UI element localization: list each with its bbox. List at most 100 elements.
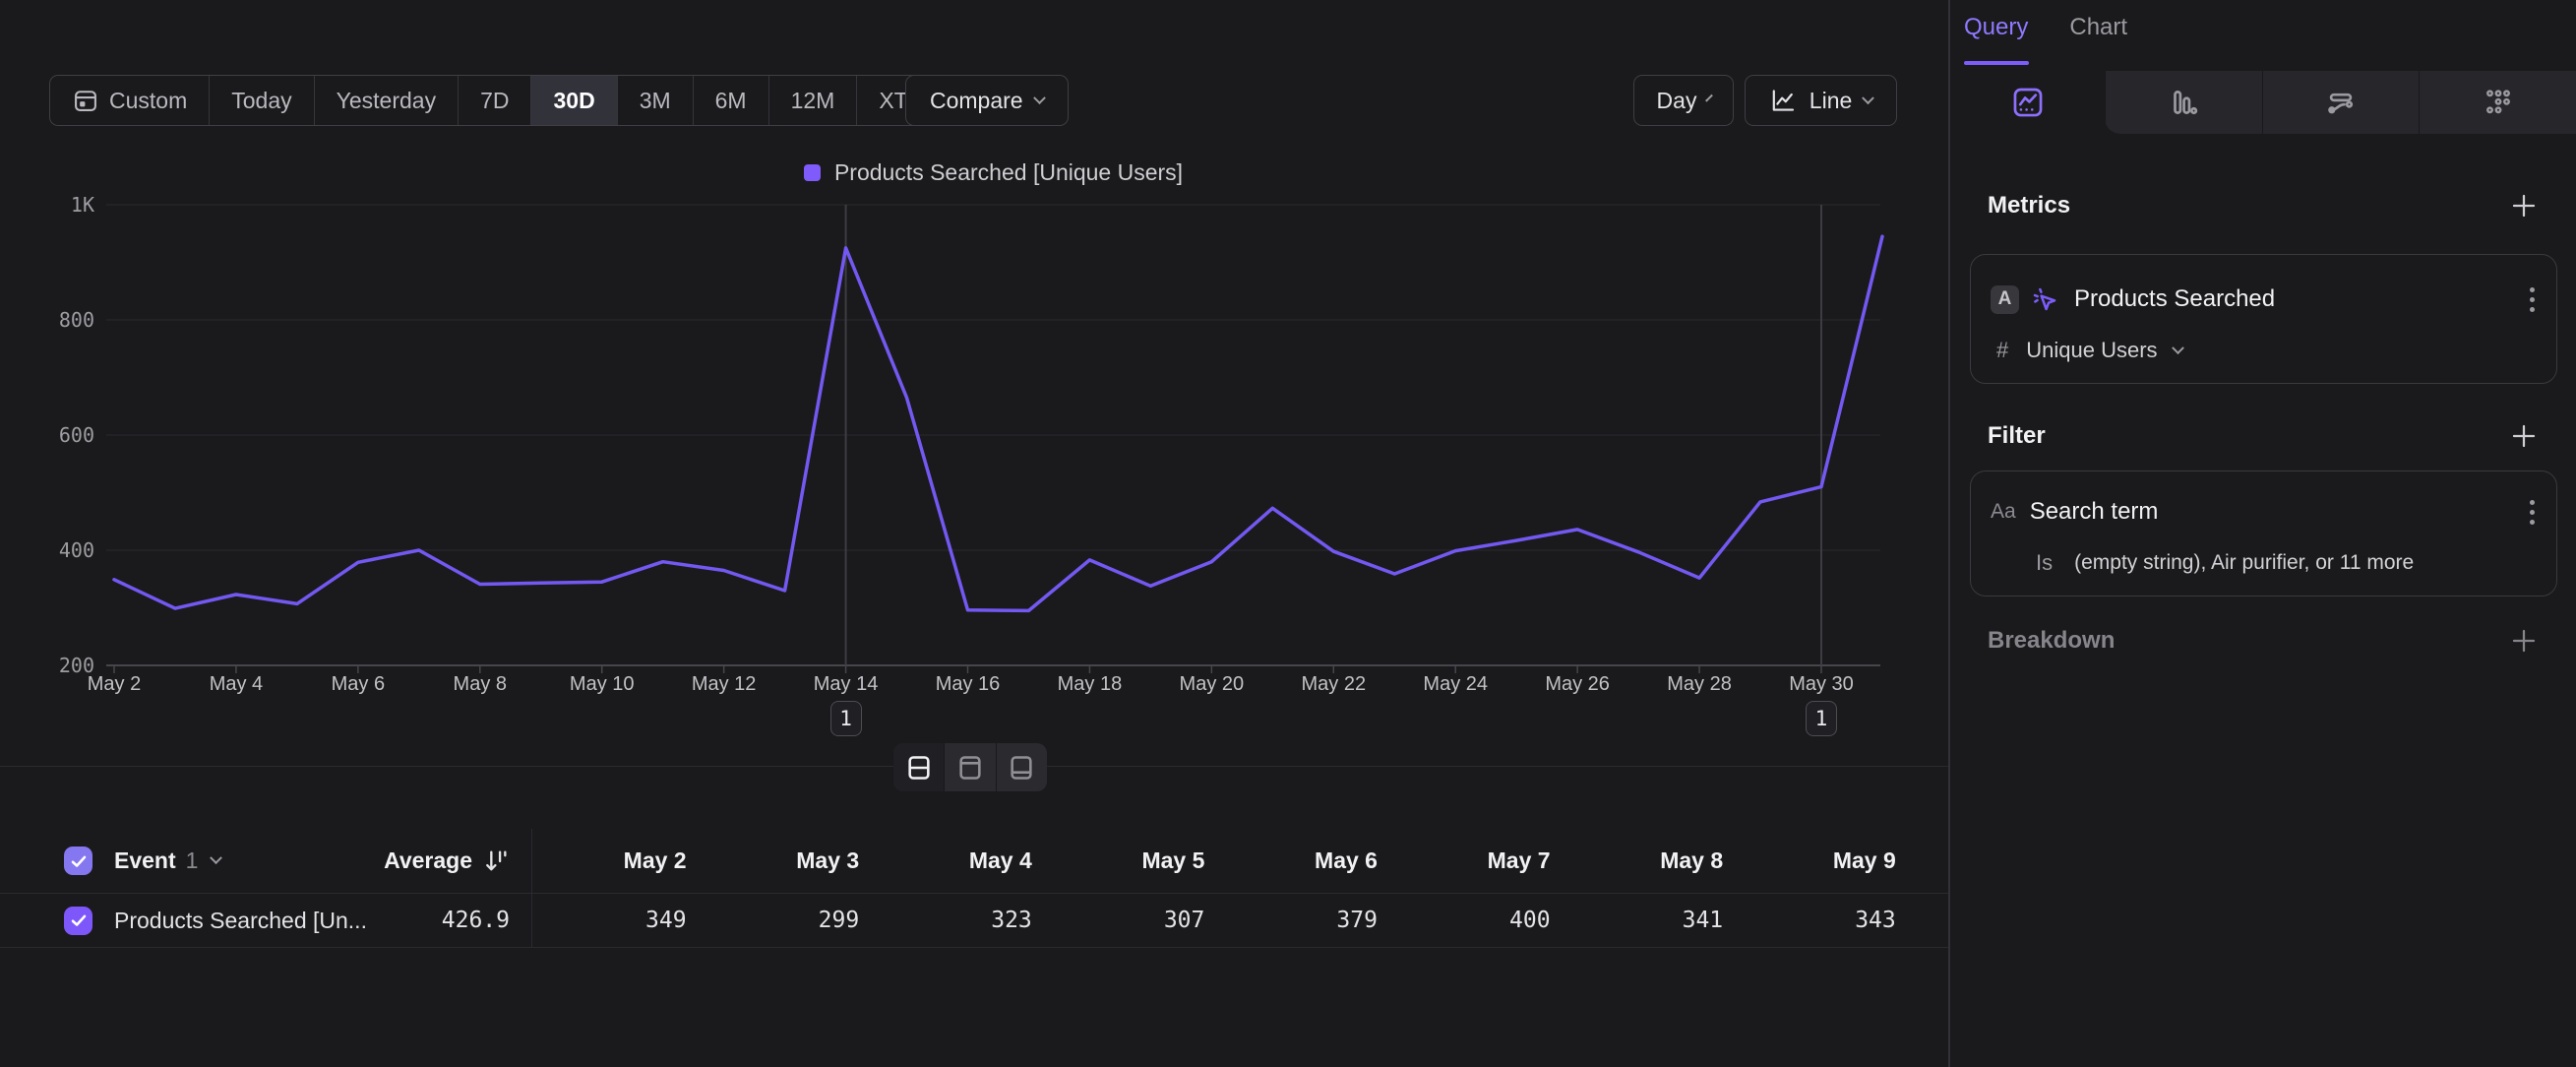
x-axis-tick: May 6	[304, 673, 412, 696]
plus-icon	[2509, 191, 2539, 220]
sort-icon[interactable]	[482, 847, 510, 875]
chart-legend[interactable]: Products Searched [Unique Users]	[106, 159, 1880, 186]
range-30d-button[interactable]: 30D	[531, 76, 617, 125]
value-cells: 349 299 323 307 379 400 341 343	[531, 894, 1914, 947]
cell-value: 349	[531, 894, 705, 947]
x-axis-tick: May 10	[548, 673, 656, 696]
active-tab-indicator	[1964, 61, 2029, 65]
cell-value: 341	[1568, 894, 1742, 947]
x-axis-tick: May 8	[426, 673, 534, 696]
tab-retention[interactable]	[2419, 71, 2576, 134]
x-axis-tick: May 12	[670, 673, 778, 696]
select-all-checkbox[interactable]	[64, 847, 92, 875]
x-axis-tick: May 20	[1157, 673, 1265, 696]
series-line[interactable]	[114, 236, 1882, 610]
tab-insights[interactable]	[1950, 71, 2105, 134]
series-name: Products Searched [Un...	[114, 908, 367, 934]
chevron-down-icon	[1706, 94, 1714, 101]
range-custom-button[interactable]: Custom	[50, 76, 210, 125]
chevron-down-icon	[1862, 92, 1874, 104]
y-axis-tick: 600	[26, 423, 94, 447]
chevron-down-icon	[1033, 92, 1046, 104]
annotation-marker[interactable]: 1	[1806, 701, 1837, 736]
cell-value: 400	[1395, 894, 1568, 947]
x-axis-tick: May 16	[914, 673, 1022, 696]
layout-table-only-icon	[1008, 754, 1035, 782]
filter-value[interactable]: (empty string), Air purifier, or 11 more	[2074, 551, 2414, 575]
breakdown-section-header: Breakdown	[1988, 626, 2539, 656]
table-row[interactable]: Products Searched [Un... 426.9 349 299 3…	[0, 894, 1948, 948]
range-yesterday-button[interactable]: Yesterday	[315, 76, 459, 125]
add-filter-button[interactable]	[2509, 421, 2539, 451]
range-3m-button[interactable]: 3M	[618, 76, 694, 125]
filter-section-header: Filter	[1988, 421, 2539, 451]
range-6m-button[interactable]: 6M	[694, 76, 769, 125]
event-count: 1	[186, 847, 199, 874]
layout-chart-only-icon	[956, 754, 984, 782]
filter-operator[interactable]: Is	[2036, 550, 2053, 576]
cell-value: 307	[1050, 894, 1223, 947]
bar-chart-icon	[2167, 86, 2200, 119]
calendar-icon	[72, 87, 99, 114]
tab-bar-chart[interactable]	[2105, 71, 2262, 134]
app-root: { "toolbar": { "ranges": ["Custom", "Tod…	[0, 0, 2576, 1067]
metric-menu-button[interactable]	[2530, 287, 2535, 312]
check-icon	[70, 911, 88, 929]
range-12m-button[interactable]: 12M	[769, 76, 858, 125]
chevron-down-icon[interactable]	[211, 851, 223, 864]
tab-query[interactable]: Query	[1964, 14, 2028, 41]
chart-type-tab-strip	[2105, 71, 2576, 134]
plus-icon	[2509, 421, 2539, 451]
cell-value: 299	[705, 894, 878, 947]
event-column-header: Event	[114, 847, 176, 874]
compare-button[interactable]: Compare	[905, 75, 1069, 126]
range-7d-button[interactable]: 7D	[459, 76, 531, 125]
x-axis-tick: May 4	[182, 673, 290, 696]
column-header: May 2	[531, 829, 705, 893]
aggregation-prefix: #	[1996, 338, 2008, 363]
column-header: May 8	[1568, 829, 1742, 893]
legend-swatch	[804, 164, 821, 181]
add-metric-button[interactable]	[2509, 191, 2539, 220]
chart-type-tabs	[1950, 71, 2576, 134]
average-value: 426.9	[442, 908, 510, 933]
tab-chart[interactable]: Chart	[2069, 14, 2127, 41]
add-breakdown-button[interactable]	[2509, 626, 2539, 656]
chart-type-button[interactable]: Line	[1745, 75, 1897, 126]
column-header: May 6	[1222, 829, 1395, 893]
row-checkbox[interactable]	[64, 907, 92, 935]
metric-name: Products Searched	[2074, 285, 2275, 313]
x-axis-tick: May 2	[60, 673, 168, 696]
y-axis-tick: 800	[26, 308, 94, 332]
x-axis-tick: May 18	[1035, 673, 1143, 696]
dots-grid-icon	[2482, 86, 2515, 119]
range-label: Custom	[109, 88, 187, 114]
tab-flow[interactable]	[2262, 71, 2420, 134]
metric-card[interactable]: A Products Searched # Unique Users	[1970, 254, 2557, 384]
granularity-button[interactable]: Day	[1633, 75, 1734, 126]
x-axis-tick: May 30	[1767, 673, 1875, 696]
chevron-down-icon[interactable]	[2172, 342, 2184, 354]
metrics-title: Metrics	[1988, 192, 2070, 220]
column-header: May 3	[705, 829, 878, 893]
aggregation-selector[interactable]: Unique Users	[2026, 338, 2157, 363]
check-icon	[70, 852, 88, 870]
layout-split-icon	[905, 754, 933, 782]
legend-label: Products Searched [Unique Users]	[834, 159, 1183, 186]
main-chart-area: Custom Today Yesterday 7D 30D 3M 6M 12M …	[0, 0, 1948, 1067]
range-today-button[interactable]: Today	[210, 76, 314, 125]
annotation-marker[interactable]: 1	[830, 701, 862, 736]
layout-table-only-button[interactable]	[997, 743, 1047, 791]
filter-card[interactable]: Aa Search term Is (empty string), Air pu…	[1970, 471, 2557, 596]
layout-split-button[interactable]	[893, 743, 945, 791]
x-axis-tick: May 26	[1523, 673, 1631, 696]
table-column-divider	[531, 829, 532, 948]
metrics-section-header: Metrics	[1988, 191, 2539, 220]
date-range-selector: Custom Today Yesterday 7D 30D 3M 6M 12M …	[49, 75, 965, 126]
y-axis-tick: 400	[26, 538, 94, 562]
layout-chart-only-button[interactable]	[945, 743, 996, 791]
filter-menu-button[interactable]	[2530, 500, 2535, 525]
cell-value: 323	[877, 894, 1050, 947]
x-axis-tick: May 28	[1645, 673, 1753, 696]
column-header: May 4	[877, 829, 1050, 893]
